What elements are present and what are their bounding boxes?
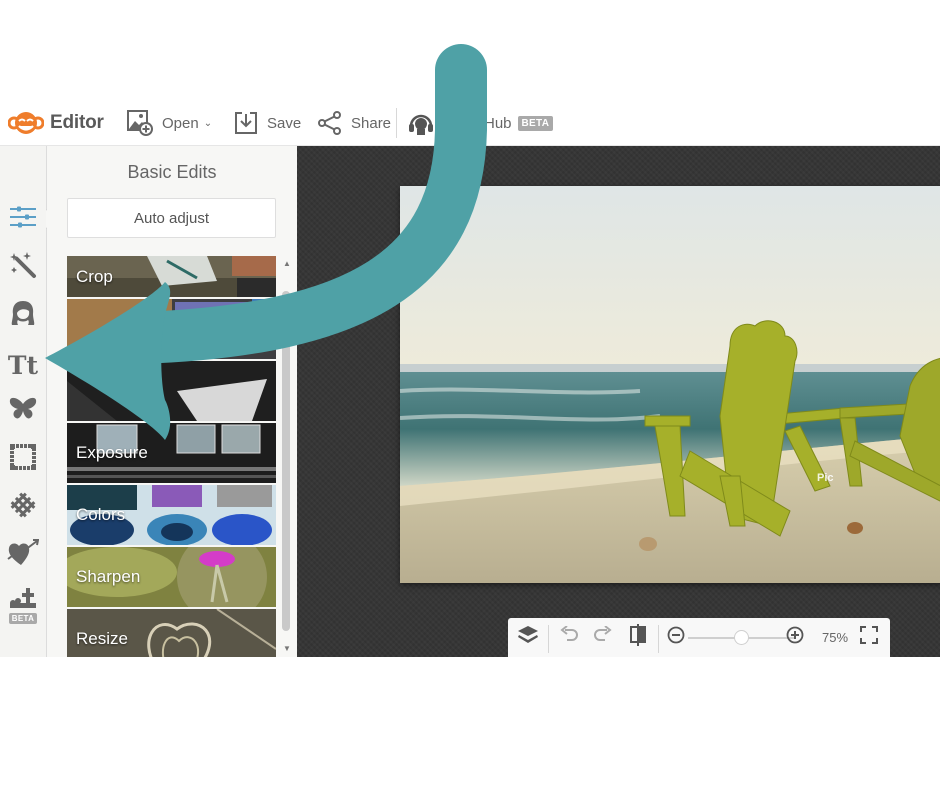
open-image-icon [127,110,153,136]
undo-button[interactable] [556,618,582,657]
hub-monkey-headphones-icon [408,110,434,136]
hub-label: Hub [484,114,512,132]
redo-icon [593,625,613,649]
open-label: Open [162,114,199,132]
header-divider [396,108,397,138]
save-label: Save [267,114,302,132]
basic-edits-panel: Basic Edits Auto adjust Crop Exposure Co… [47,146,297,657]
tile-3-thumbnail [67,361,276,421]
texture-grid-icon [8,490,38,525]
tile-label: Resize [76,629,128,648]
logo[interactable]: Editor [8,100,104,146]
tile-2[interactable] [67,299,276,359]
tile-label: Sharpen [76,567,141,586]
rail-item-frames[interactable] [6,442,40,476]
rail-item-overlays[interactable] [6,394,40,428]
face-icon [9,299,37,332]
frame-icon [9,443,37,476]
share-label: Share [351,114,392,132]
tile-colors[interactable]: Colors [67,485,276,545]
toolbar-divider [548,625,549,653]
tile-resize[interactable]: Resize [67,609,276,657]
share-button[interactable]: Share [318,100,391,146]
zoom-out-icon [667,626,685,649]
tile-label: Exposure [76,443,148,462]
zoom-slider-thumb[interactable] [733,630,749,645]
fullscreen-icon [860,626,878,649]
canvas-bottom-toolbar: 75% [508,618,890,657]
tile-label: Colors [76,505,126,524]
tile-exposure[interactable]: Exposure [67,423,276,483]
watermark-text: Pic [817,472,834,484]
open-button[interactable]: Open ⌄ [127,100,212,146]
save-button[interactable]: Save [234,100,301,146]
hub-button[interactable]: Hub BETA [408,100,554,146]
tile-3[interactable] [67,361,276,421]
edit-tiles-list: Crop Exposure Colors Sharpen Resize [67,256,276,657]
toolbar-divider [658,625,659,653]
rail-item-extras[interactable]: BETA [6,586,40,626]
layers-icon [517,625,539,650]
tile-2-thumbnail [67,299,276,359]
magic-wand-icon [9,251,37,284]
rail-item-themes[interactable] [6,538,40,572]
rail-item-touch-up[interactable] [6,298,40,332]
zoom-in-button[interactable] [785,618,805,657]
beach-chairs-image [400,186,940,583]
photo[interactable] [400,186,940,583]
fullscreen-button[interactable] [858,618,880,657]
zoom-in-icon [786,626,804,649]
tile-crop[interactable]: Crop [67,256,276,297]
zoom-out-button[interactable] [666,618,686,657]
heart-arrow-icon [7,538,40,572]
rail-item-basic-edits[interactable] [6,202,40,236]
compare-split-icon [629,624,647,651]
top-toolbar: Editor Open ⌄ Save Share Hub BETA [0,100,940,146]
scroll-up-arrow[interactable]: ▲ [283,259,291,268]
layers-button[interactable] [514,618,542,657]
monkey-logo-icon [8,110,44,136]
panel-scrollbar[interactable] [282,291,290,631]
rail-item-text[interactable]: Tt [6,348,40,382]
chevron-down-icon: ⌄ [203,117,213,129]
sliders-icon [9,205,37,234]
compare-button[interactable] [625,618,651,657]
graveyard-icon [9,588,37,613]
zoom-level: 75% [822,630,849,645]
rail-item-effects[interactable] [6,250,40,284]
scroll-down-arrow[interactable]: ▼ [283,644,291,653]
tool-rail: Tt BETA [0,146,56,657]
undo-icon [559,625,579,649]
redo-button[interactable] [590,618,616,657]
editor-canvas: Pic 75% [297,146,940,657]
auto-adjust-button[interactable]: Auto adjust [67,198,276,238]
panel-title: Basic Edits [127,162,217,182]
rail-item-textures[interactable] [6,490,40,524]
extras-beta-badge: BETA [8,613,38,624]
tile-label: Crop [76,266,113,286]
tile-sharpen[interactable]: Sharpen [67,547,276,607]
share-icon [318,111,342,135]
hub-beta-badge: BETA [517,115,554,131]
save-icon [234,111,258,135]
app-name: Editor [50,112,104,133]
text-tt-icon: Tt [7,350,39,380]
butterfly-icon [8,396,38,427]
